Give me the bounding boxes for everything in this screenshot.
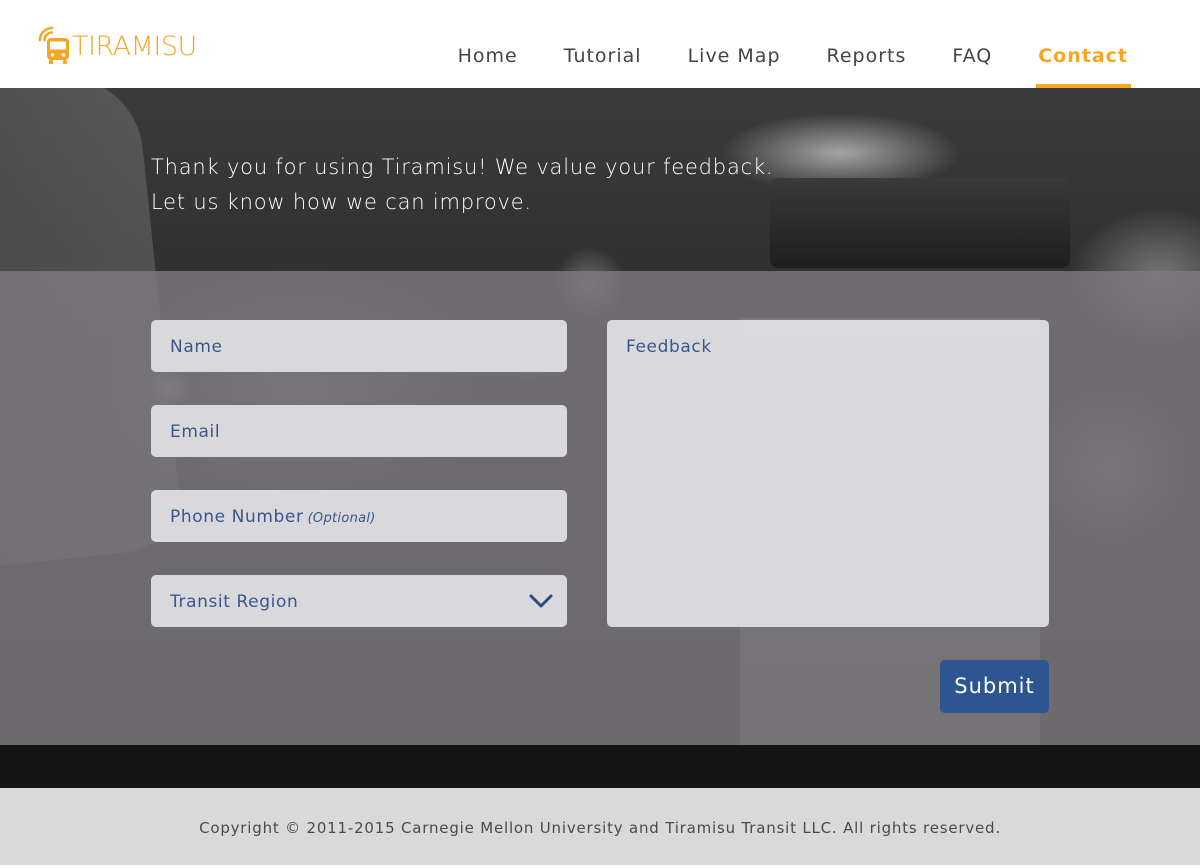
site-header: TIRAMISU Home Tutorial Live Map Reports … xyxy=(0,0,1200,88)
logo-text: TIRAMISU xyxy=(72,31,197,62)
transit-region-placeholder: Transit Region xyxy=(170,592,299,612)
background-photo-floor xyxy=(0,745,1200,788)
hero-background: Thank you for using Tiramisu! We value y… xyxy=(0,88,1200,788)
nav-home[interactable]: Home xyxy=(458,0,518,88)
email-placeholder: Email xyxy=(170,422,221,442)
nav-faq[interactable]: FAQ xyxy=(952,0,992,88)
phone-optional-label: (Optional) xyxy=(307,511,376,526)
nav-live-map[interactable]: Live Map xyxy=(688,0,781,88)
phone-placeholder: Phone Number xyxy=(170,507,304,527)
copyright-text: Copyright © 2011-2015 Carnegie Mellon Un… xyxy=(199,819,1001,837)
nav-contact[interactable]: Contact xyxy=(1036,0,1131,88)
bus-signal-icon xyxy=(38,26,69,64)
intro-line-1: Thank you for using Tiramisu! We value y… xyxy=(151,155,774,179)
email-field[interactable]: Email xyxy=(151,405,567,457)
phone-placeholder-wrap: Phone Number (Optional) xyxy=(170,507,376,527)
background-photo-farebox xyxy=(770,178,1070,268)
nav-reports[interactable]: Reports xyxy=(827,0,907,88)
transit-region-select[interactable]: Transit Region xyxy=(151,575,567,627)
main-nav: Home Tutorial Live Map Reports FAQ Conta… xyxy=(412,0,1131,88)
submit-button[interactable]: Submit xyxy=(940,660,1049,713)
feedback-placeholder: Feedback xyxy=(626,337,712,357)
intro-text: Thank you for using Tiramisu! We value y… xyxy=(151,150,773,220)
feedback-form: Name Email Phone Number (Optional) Transi… xyxy=(0,271,1200,745)
site-footer: Copyright © 2011-2015 Carnegie Mellon Un… xyxy=(0,788,1200,865)
phone-field[interactable]: Phone Number (Optional) xyxy=(151,490,567,542)
logo[interactable]: TIRAMISU xyxy=(36,26,197,68)
nav-tutorial[interactable]: Tutorial xyxy=(564,0,642,88)
name-field[interactable]: Name xyxy=(151,320,567,372)
intro-line-2: Let us know how we can improve. xyxy=(151,190,532,214)
feedback-textarea[interactable]: Feedback xyxy=(607,320,1049,627)
name-placeholder: Name xyxy=(170,337,223,357)
chevron-down-icon xyxy=(529,594,553,608)
